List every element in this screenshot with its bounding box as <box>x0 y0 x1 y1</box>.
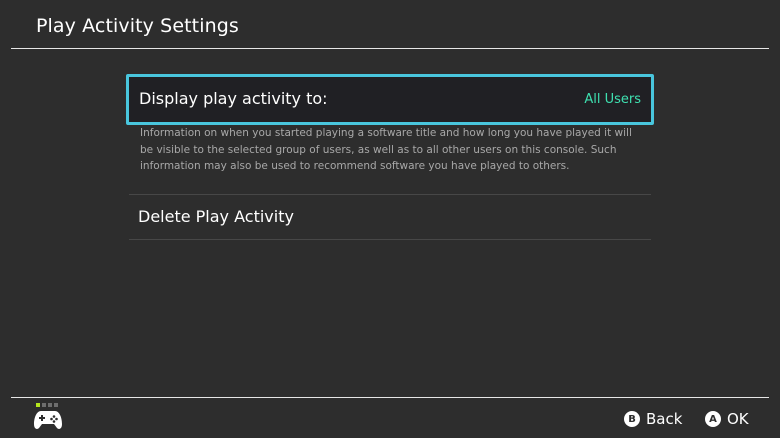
delete-play-activity-option[interactable]: Delete Play Activity <box>129 195 651 239</box>
player-indicator <box>36 403 58 407</box>
back-button[interactable]: B Back <box>624 410 682 428</box>
footer-divider <box>11 397 769 398</box>
page-title: Play Activity Settings <box>36 15 239 37</box>
list-divider <box>129 239 651 240</box>
controller-status <box>33 403 65 435</box>
player-indicator-dot <box>54 403 58 407</box>
delete-play-activity-label: Delete Play Activity <box>138 207 294 226</box>
player-indicator-dot <box>42 403 46 407</box>
player-indicator-dot-active <box>36 403 40 407</box>
display-play-activity-label: Display play activity to: <box>139 89 328 108</box>
controller-icon <box>34 411 62 429</box>
display-play-activity-value: All Users <box>584 92 641 107</box>
play-activity-settings-screen: Play Activity Settings Display play acti… <box>0 0 780 438</box>
b-button-icon: B <box>624 411 640 427</box>
header-divider <box>11 48 769 49</box>
display-play-activity-description: Information on when you started playing … <box>140 127 632 172</box>
display-play-activity-option[interactable]: Display play activity to: All Users <box>126 74 654 125</box>
player-indicator-dot <box>48 403 52 407</box>
a-button-icon: A <box>705 411 721 427</box>
back-label: Back <box>646 410 683 428</box>
ok-button[interactable]: A OK <box>705 410 749 428</box>
ok-label: OK <box>727 410 749 428</box>
